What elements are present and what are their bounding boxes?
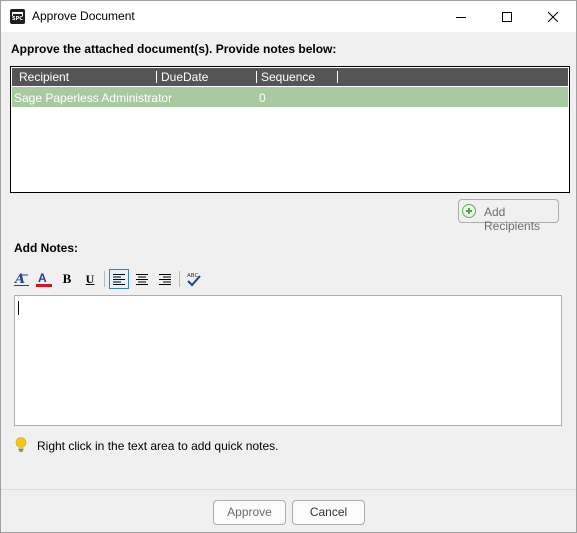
- add-notes-label: Add Notes:: [14, 241, 78, 255]
- underline-icon: U: [85, 271, 95, 286]
- bold-button[interactable]: B: [57, 269, 77, 289]
- recipients-grid[interactable]: Recipient DueDate Sequence Sage Paperles…: [10, 66, 570, 193]
- font-icon: A: [14, 272, 29, 287]
- minimize-icon: [456, 16, 466, 18]
- add-recipients-button[interactable]: Add Recipients: [458, 199, 559, 233]
- cancel-button[interactable]: Cancel: [292, 500, 365, 525]
- svg-text:ABC: ABC: [187, 273, 198, 279]
- text-caret: [18, 301, 19, 315]
- align-left-icon: [113, 273, 125, 285]
- app-icon-text: SPC: [12, 16, 23, 22]
- add-recipients-label: Add Recipients: [484, 205, 541, 233]
- spellcheck-button[interactable]: ABC: [184, 269, 204, 289]
- spellcheck-icon: ABC: [187, 273, 201, 287]
- notes-textarea[interactable]: [14, 295, 562, 426]
- maximize-button[interactable]: [484, 1, 530, 32]
- instructions-heading: Approve the attached document(s). Provid…: [11, 42, 337, 56]
- font-color-icon: A: [36, 271, 52, 287]
- bold-icon: B: [62, 271, 72, 286]
- table-row[interactable]: Sage Paperless Administrator 0: [12, 87, 568, 107]
- column-header-duedate[interactable]: DueDate: [161, 70, 208, 84]
- column-separator[interactable]: [256, 71, 257, 83]
- quick-notes-tip: Right click in the text area to add quic…: [37, 439, 279, 453]
- column-header-recipient[interactable]: Recipient: [19, 70, 69, 84]
- cell-recipient: Sage Paperless Administrator: [14, 91, 173, 105]
- grid-header: Recipient DueDate Sequence: [12, 68, 568, 86]
- column-header-sequence[interactable]: Sequence: [261, 70, 315, 84]
- toolbar-separator: [104, 271, 105, 287]
- underline-button[interactable]: U: [80, 269, 100, 289]
- app-icon: SPC: [10, 9, 25, 24]
- align-left-button[interactable]: [109, 269, 129, 289]
- font-button[interactable]: A: [12, 269, 32, 289]
- column-separator[interactable]: [156, 71, 157, 83]
- svg-text:A: A: [14, 272, 25, 287]
- align-center-icon: [136, 273, 148, 285]
- column-separator[interactable]: [337, 71, 338, 83]
- cell-sequence: 0: [259, 91, 266, 105]
- toolbar-separator: [179, 271, 180, 287]
- title-bar: SPC Approve Document: [1, 1, 576, 32]
- minimize-button[interactable]: [438, 1, 484, 32]
- align-right-button[interactable]: [155, 269, 175, 289]
- maximize-icon: [502, 11, 512, 22]
- approve-document-window: SPC Approve Document Approve the attache…: [0, 0, 577, 533]
- align-right-icon: [159, 273, 171, 285]
- footer-divider: [1, 489, 576, 490]
- window-title: Approve Document: [32, 9, 135, 23]
- close-icon: [548, 11, 558, 22]
- approve-button[interactable]: Approve: [213, 500, 286, 525]
- font-color-button[interactable]: A: [34, 269, 54, 289]
- lightbulb-icon: [15, 437, 27, 452]
- close-button[interactable]: [530, 1, 576, 32]
- add-circle-icon: [462, 204, 476, 218]
- svg-text:A: A: [38, 271, 47, 285]
- align-center-button[interactable]: [132, 269, 152, 289]
- notes-toolbar: A A B U ABC: [12, 268, 212, 290]
